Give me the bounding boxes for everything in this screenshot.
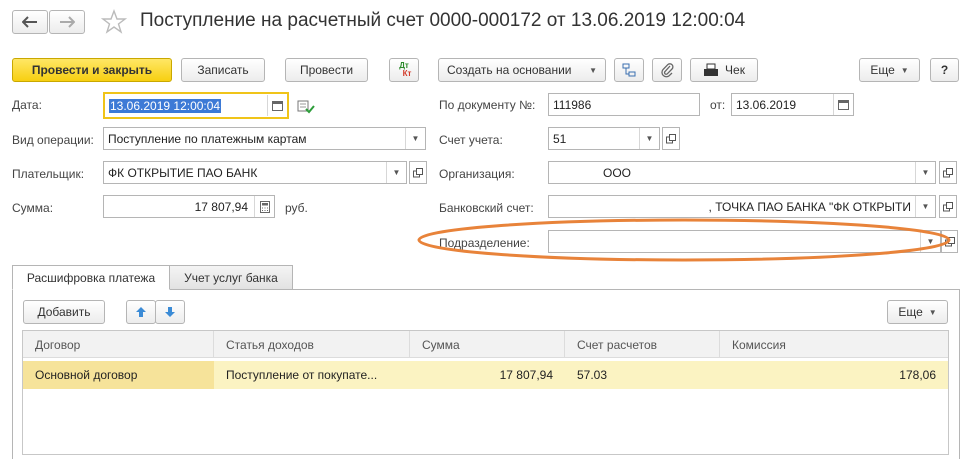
arrow-down-icon (165, 307, 175, 317)
chevron-down-icon[interactable]: ▼ (915, 196, 935, 217)
window-title: Поступление на расчетный счет 0000-00017… (140, 10, 746, 31)
back-button[interactable] (12, 10, 48, 34)
chevron-down-icon[interactable]: ▼ (405, 128, 425, 149)
table-more-button[interactable]: Еще ▼ (887, 300, 948, 324)
doc-number-field[interactable]: 111986 (548, 93, 700, 116)
paperclip-icon (661, 63, 674, 78)
account-open-button[interactable] (662, 127, 680, 150)
chevron-down-icon[interactable]: ▼ (915, 162, 935, 183)
cell-commission: 178,06 (899, 368, 936, 382)
date-value: 13.06.2019 12:00:04 (109, 98, 222, 113)
save-button[interactable]: Записать (181, 58, 265, 82)
receipt-label: Чек (725, 63, 745, 77)
caret-down-icon: ▼ (900, 65, 909, 75)
operation-label: Вид операции: (12, 133, 94, 147)
tab-bank-services[interactable]: Учет услуг банка (169, 265, 293, 290)
date-field[interactable]: 13.06.2019 12:00:04 (103, 92, 289, 119)
tab-payment-breakdown[interactable]: Расшифровка платежа (12, 265, 170, 290)
cell-amount: 17 807,94 (499, 368, 553, 382)
structure-icon (622, 63, 636, 77)
post-and-close-button[interactable]: Провести и закрыть (12, 58, 172, 82)
chevron-down-icon[interactable]: ▼ (639, 128, 659, 149)
calculator-icon (259, 200, 270, 213)
from-date-field[interactable]: 13.06.2019 (731, 93, 854, 116)
operation-select[interactable]: Поступление по платежным картам ▼ (103, 127, 426, 150)
column-header-amount[interactable]: Сумма (410, 331, 565, 358)
favorite-star-icon[interactable] (100, 9, 128, 35)
organization-value: ООО (603, 165, 632, 180)
organization-select[interactable]: ООО ▼ (548, 161, 936, 184)
amount-label: Сумма: (12, 201, 54, 215)
account-value: 51 (553, 131, 567, 146)
organization-label: Организация: (439, 167, 515, 181)
calendar-icon (272, 101, 283, 111)
amount-value: 17 807,94 (194, 199, 248, 214)
column-header-income-item[interactable]: Статья доходов (214, 331, 410, 358)
from-label: от: (710, 98, 726, 112)
cell-contract: Основной договор (23, 361, 214, 389)
open-window-icon (943, 201, 953, 211)
move-down-button[interactable] (155, 300, 185, 324)
from-date-value: 13.06.2019 (736, 97, 797, 112)
create-based-on-button[interactable]: Создать на основании ▼ (438, 58, 606, 82)
cell-income-item: Поступление от покупате... (226, 368, 378, 382)
payer-select[interactable]: ФК ОТКРЫТИЕ ПАО БАНК ▼ (103, 161, 407, 184)
calculator-button[interactable] (254, 196, 274, 217)
doc-number-label: По документу №: (439, 98, 536, 112)
arrow-left-icon (22, 16, 37, 28)
bank-account-select[interactable]: , ТОЧКА ПАО БАНКА "ФК ОТКРЫТИ ▼ (548, 195, 936, 218)
open-window-icon (413, 167, 423, 177)
table-header: Договор Статья доходов Сумма Счет расчет… (23, 331, 948, 358)
document-check-icon[interactable] (297, 98, 315, 114)
account-select[interactable]: 51 ▼ (548, 127, 660, 150)
open-window-icon (943, 167, 953, 177)
help-button[interactable]: ? (930, 58, 959, 82)
caret-down-icon: ▼ (928, 307, 937, 317)
caret-down-icon: ▼ (589, 65, 597, 75)
attach-button[interactable] (652, 58, 682, 82)
chevron-down-icon[interactable]: ▼ (386, 162, 406, 183)
column-header-commission[interactable]: Комиссия (720, 331, 948, 358)
table-more-label: Еще (898, 305, 923, 319)
bank-account-value: , ТОЧКА ПАО БАНКА "ФК ОТКРЫТИ (708, 199, 911, 214)
receipt-button[interactable]: Чек (690, 58, 758, 82)
bank-account-label: Банковский счет: (439, 201, 534, 215)
arrow-up-icon (136, 307, 146, 317)
date-label: Дата: (12, 98, 42, 112)
highlight-ellipse (417, 218, 951, 262)
operation-value: Поступление по платежным картам (108, 131, 307, 146)
dt-kt-icon: Дт Кт (399, 61, 412, 78)
column-header-contract[interactable]: Договор (23, 331, 214, 358)
move-up-button[interactable] (126, 300, 156, 324)
column-header-settlement-account[interactable]: Счет расчетов (565, 331, 720, 358)
open-window-icon (666, 133, 676, 143)
table-row[interactable]: Основной договор Поступление от покупате… (23, 361, 948, 389)
post-button[interactable]: Провести (285, 58, 368, 82)
more-label: Еще (870, 63, 895, 77)
cell-settlement-account: 57.03 (577, 368, 608, 382)
doc-number-value: 111986 (553, 97, 592, 112)
cash-register-icon (704, 63, 719, 76)
calendar-button[interactable] (833, 94, 853, 115)
forward-button[interactable] (49, 10, 85, 34)
account-label: Счет учета: (439, 133, 503, 147)
structure-button[interactable] (614, 58, 644, 82)
bank-account-open-button[interactable] (939, 195, 957, 218)
payer-label: Плательщик: (12, 167, 85, 181)
calendar-button[interactable] (267, 95, 287, 116)
arrow-right-icon (60, 16, 75, 28)
amount-field[interactable]: 17 807,94 (103, 195, 275, 218)
dt-kt-button[interactable]: Дт Кт (389, 58, 419, 82)
payer-value: ФК ОТКРЫТИЕ ПАО БАНК (108, 165, 258, 180)
payer-open-button[interactable] (409, 161, 427, 184)
currency-label: руб. (285, 201, 308, 215)
create-based-on-label: Создать на основании (447, 63, 572, 77)
organization-open-button[interactable] (939, 161, 957, 184)
more-button[interactable]: Еще ▼ (859, 58, 920, 82)
calendar-icon (838, 100, 849, 110)
add-row-button[interactable]: Добавить (23, 300, 105, 324)
